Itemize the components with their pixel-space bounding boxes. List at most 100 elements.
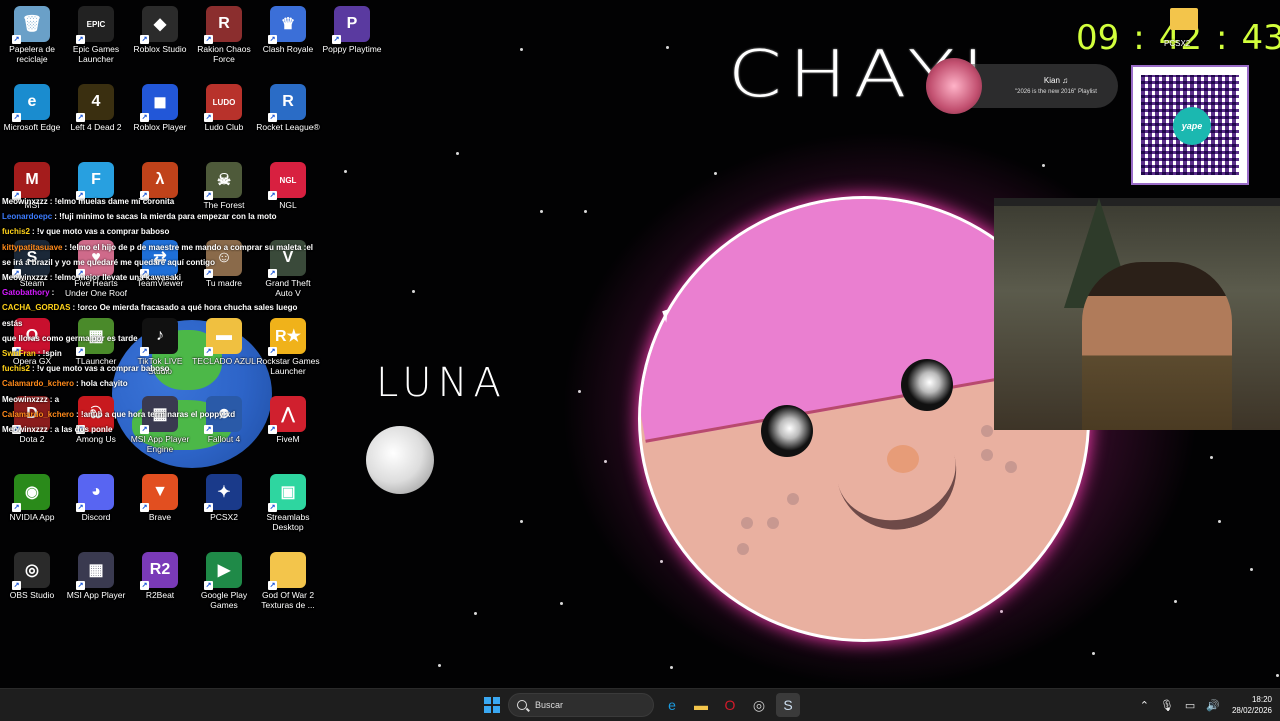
chat-username[interactable]: Calamardo_kchero — [2, 379, 74, 388]
planet-mouth — [833, 435, 969, 543]
shortcut-arrow-icon: ↗ — [140, 35, 149, 44]
shortcut-arrow-icon: ↗ — [268, 35, 277, 44]
chat-username[interactable]: Gatobathory — [2, 288, 50, 297]
chat-username[interactable]: Meowinxzzz — [2, 273, 48, 282]
app-icon: R ↗ — [268, 84, 306, 122]
desktop-icon-label: OBS Studio — [9, 590, 55, 600]
desktop-icon[interactable]: ◼ ↗ Roblox Player — [128, 84, 192, 132]
app-icon: ↗ — [268, 552, 306, 590]
app-icon: LUDO ↗ — [204, 84, 242, 122]
chat-message: Meowinxzzz: a — [2, 392, 314, 407]
chat-username[interactable]: Meowinxzzz — [2, 197, 48, 206]
moon-drawing — [366, 426, 434, 494]
star — [540, 210, 543, 213]
chat-text: : !anub a que hora terminaras el poppy x… — [76, 409, 236, 419]
star — [1092, 652, 1095, 655]
chat-username[interactable]: fuchis2 — [2, 364, 30, 373]
chat-username[interactable]: fuchis2 — [2, 227, 30, 236]
desktop-icon[interactable]: ◕ ↗ Discord — [64, 474, 128, 522]
shortcut-arrow-icon: ↗ — [140, 113, 149, 122]
chat-username[interactable]: Meowinxzzz — [2, 425, 48, 434]
desktop-icon-label: Microsoft Edge — [3, 122, 61, 132]
obs-taskbar-icon[interactable]: ◎ — [747, 693, 771, 717]
desktop-icon[interactable]: ▼ ↗ Brave — [128, 474, 192, 522]
app-icon: 4 ↗ — [76, 84, 114, 122]
desktop-icon[interactable]: R2 ↗ R2Beat — [128, 552, 192, 600]
chat-message: fuchis2: !v que moto vas a comprar babos… — [2, 224, 314, 239]
app-icon: ▶ ↗ — [204, 552, 242, 590]
chat-text: : !elmo el hijo de p de maestre me mando… — [64, 242, 313, 252]
steam-taskbar-icon[interactable]: S — [776, 693, 800, 717]
desktop-icon-label: Papelera de reciclaje — [9, 44, 55, 64]
chat-message: se irá a brazil y yo me quedaré me queda… — [2, 255, 314, 270]
desktop-icon-label: Roblox Player — [133, 122, 187, 132]
desktop-icon[interactable]: LUDO ↗ Ludo Club — [192, 84, 256, 132]
chat-message: kittypatitasuave: !elmo el hijo de p de … — [2, 240, 314, 255]
chat-username[interactable]: Meowinxzzz — [2, 395, 48, 404]
desktop-icon[interactable]: R ↗ Rocket League® — [256, 84, 320, 132]
folder-label: PCSX2 — [1164, 39, 1191, 48]
desktop-icon[interactable]: ♛ ↗ Clash Royale — [256, 6, 320, 54]
desktop-icon-label: Brave — [148, 512, 172, 522]
chat-username[interactable]: Leonardoepc — [2, 212, 52, 221]
desktop-icon[interactable]: ▣ ↗ Streamlabs Desktop — [256, 474, 320, 532]
desktop-icon[interactable]: ▦ ↗ MSI App Player — [64, 552, 128, 600]
desktop-icon[interactable]: R ↗ Rakion Chaos Force — [192, 6, 256, 64]
chevron-up-icon[interactable]: ⌃ — [1140, 699, 1149, 712]
desktop-icon[interactable]: P ↗ Poppy Playtime — [320, 6, 384, 54]
now-playing-playlist: "2026 is the new 2016" Playlist — [1015, 89, 1097, 95]
desktop-icon[interactable]: ◎ ↗ OBS Studio — [0, 552, 64, 600]
star — [456, 152, 459, 155]
clock-separator: : — [1216, 18, 1228, 58]
chat-message: Gatobathory: — [2, 285, 314, 300]
desktop-icon-label: Rakion Chaos Force — [197, 44, 251, 64]
app-icon: EPIC ↗ — [76, 6, 114, 44]
speaker-icon[interactable]: 🔊 — [1206, 699, 1220, 712]
star — [584, 210, 587, 213]
desktop-icon[interactable]: ◉ ↗ NVIDIA App — [0, 474, 64, 522]
clock-hours: 09 — [1076, 18, 1120, 58]
star — [438, 664, 441, 667]
star — [344, 170, 347, 173]
start-button[interactable] — [480, 693, 504, 717]
album-art — [926, 58, 982, 114]
taskbar-search[interactable]: Buscar — [508, 693, 654, 717]
edge-taskbar-icon[interactable]: e — [660, 693, 684, 717]
chat-username[interactable]: Calamardo_kchero — [2, 410, 74, 419]
desktop-icon[interactable]: 4 ↗ Left 4 Dead 2 — [64, 84, 128, 132]
desktop-icon[interactable]: ▶ ↗ Google Play Games — [192, 552, 256, 610]
file-explorer-taskbar-icon[interactable]: ▬ — [689, 693, 713, 717]
star — [520, 48, 523, 51]
star — [670, 666, 673, 669]
star — [1276, 674, 1279, 677]
chat-message: Calamardo_kchero: !anub a que hora termi… — [2, 407, 314, 422]
app-icon: R2 ↗ — [140, 552, 178, 590]
webcam-overlay — [994, 198, 1280, 430]
chat-text: : !elmo mejor llevate una kawasaki — [49, 273, 181, 283]
microphone-icon[interactable]: 🎙 — [1160, 699, 1174, 712]
chat-message: Leonardoepc: !fuji minimo te sacas la mi… — [2, 209, 314, 224]
desktop-icon[interactable]: ◆ ↗ Roblox Studio — [128, 6, 192, 54]
folder-icon[interactable] — [1170, 8, 1198, 30]
app-icon: ◕ ↗ — [76, 474, 114, 512]
chat-username[interactable]: CACHA_GORDAS — [2, 303, 70, 312]
clock-separator: : — [1133, 18, 1145, 58]
opera-gx-taskbar-icon[interactable]: O — [718, 693, 742, 717]
clock-seconds: 43 — [1241, 18, 1280, 58]
chat-username[interactable]: kittypatitasuave — [2, 243, 62, 252]
shortcut-arrow-icon: ↗ — [204, 35, 213, 44]
taskbar-clock[interactable]: 18:20 28/02/2026 — [1222, 694, 1272, 716]
chat-username[interactable]: SwnFran — [2, 349, 36, 358]
desktop-icon[interactable]: ↗ God Of War 2 Texturas de ... — [256, 552, 320, 610]
chat-text: : — [51, 288, 55, 298]
desktop-icon[interactable]: 🗑 ↗ Papelera de reciclaje — [0, 6, 64, 64]
star — [474, 612, 477, 615]
shortcut-arrow-icon: ↗ — [268, 113, 277, 122]
taskbar-time: 18:20 — [1251, 695, 1272, 704]
desktop-icon[interactable]: EPIC ↗ Epic Games Launcher — [64, 6, 128, 64]
display-icon[interactable]: ▭ — [1185, 699, 1195, 712]
app-icon: ☠ ↗ — [204, 162, 242, 200]
desktop-icon[interactable]: e ↗ Microsoft Edge — [0, 84, 64, 132]
desktop-icon[interactable]: ✦ ↗ PCSX2 — [192, 474, 256, 522]
search-icon — [517, 700, 527, 710]
